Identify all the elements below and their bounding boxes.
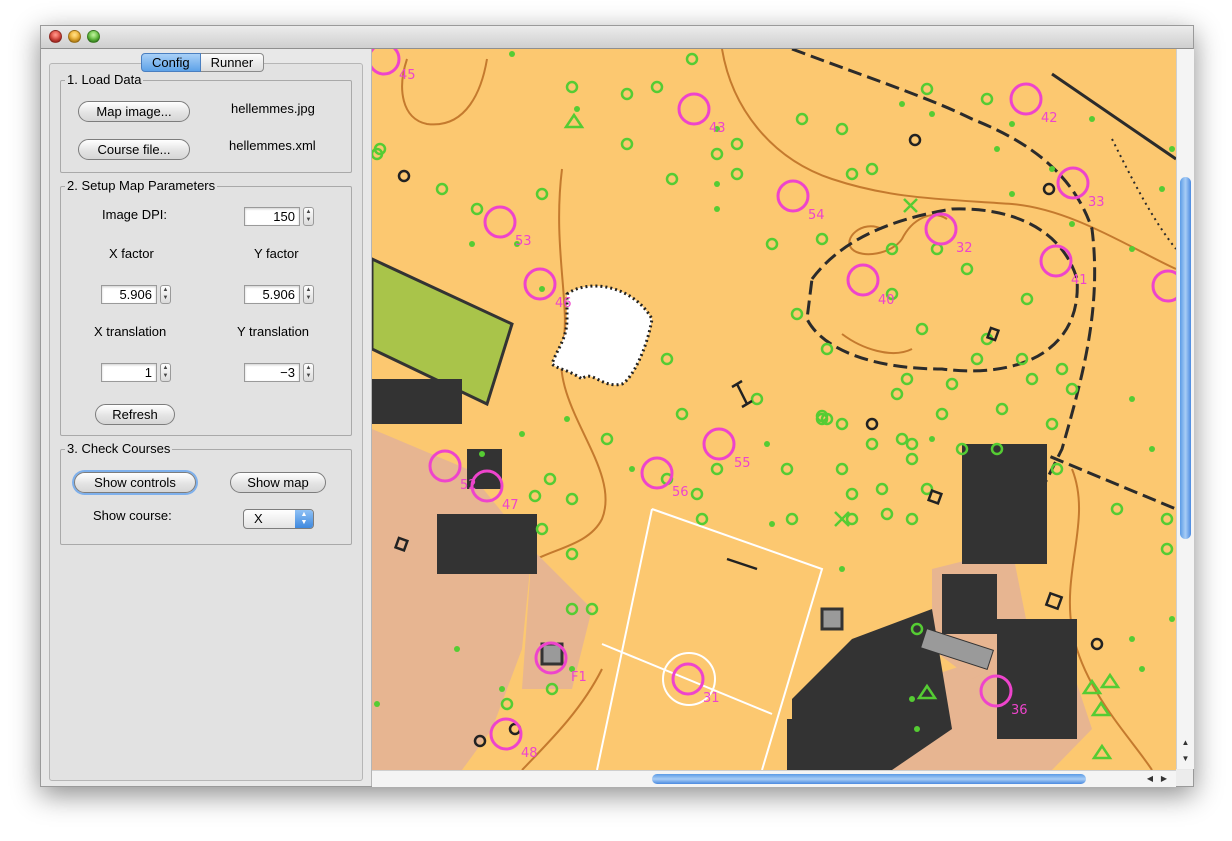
course-select[interactable]: X ▲ ▼ [243, 509, 314, 529]
config-panel: 1. Load Data Map image... hellemmes.jpg … [41, 49, 372, 786]
minimize-window-button[interactable] [68, 30, 81, 43]
control-label: 41 [1071, 273, 1088, 288]
control-label: 53 [515, 234, 532, 249]
control-label: 52 [460, 478, 477, 493]
show-controls-button[interactable]: Show controls [74, 472, 196, 493]
tab-bar: Config Runner [141, 53, 265, 72]
y-translation-field[interactable]: −3 [244, 363, 300, 382]
control-label: 40 [878, 293, 895, 308]
y-factor-stepper[interactable]: ▲ ▼ [303, 285, 314, 304]
tab-runner[interactable]: Runner [200, 53, 265, 72]
control-label: 32 [956, 241, 973, 256]
vertical-scroll-thumb[interactable] [1180, 177, 1191, 539]
refresh-button[interactable]: Refresh [95, 404, 175, 425]
tab-config[interactable]: Config [141, 53, 201, 72]
close-window-button[interactable] [49, 30, 62, 43]
control-label: 55 [734, 456, 751, 471]
x-translation-stepper[interactable]: ▲ ▼ [160, 363, 171, 382]
control-label: 31 [703, 691, 720, 706]
course-file-button[interactable]: Course file... [78, 139, 190, 160]
scroll-down-arrow-icon[interactable]: ▼ [1180, 753, 1191, 765]
control-label: 45 [399, 68, 416, 83]
scroll-left-arrow-icon[interactable]: ◀ [1144, 773, 1156, 785]
load-data-title: 1. Load Data [65, 72, 144, 87]
title-bar[interactable] [41, 26, 1193, 49]
control-label: 56 [672, 485, 689, 500]
show-map-button[interactable]: Show map [230, 472, 326, 493]
y-translation-label: Y translation [237, 324, 310, 339]
control-label: 46 [555, 296, 572, 311]
select-arrows-icon: ▲ ▼ [295, 510, 313, 528]
x-factor-field[interactable]: 5.906 [101, 285, 157, 304]
y-translation-stepper[interactable]: ▲ ▼ [303, 363, 314, 382]
load-data-group: 1. Load Data Map image... hellemmes.jpg … [60, 72, 352, 173]
control-label: 33 [1088, 195, 1105, 210]
course-select-value: X [254, 511, 263, 526]
control-label: 54 [808, 208, 825, 223]
x-factor-label: X factor [109, 246, 154, 261]
show-course-label: Show course: [93, 508, 172, 523]
check-courses-title: 3. Check Courses [65, 441, 173, 456]
map-parameters-group: 2. Setup Map Parameters Image DPI: 150 ▲… [60, 178, 352, 436]
control-label: 43 [709, 121, 726, 136]
y-factor-label: Y factor [254, 246, 299, 261]
orienteering-map: 45 43 42 33 53 54 32 41 46 40 55 56 52 4… [372, 49, 1176, 770]
vertical-scrollbar[interactable]: ▲ ▼ [1176, 49, 1194, 769]
orienteering-map-view[interactable]: 45 43 42 33 53 54 32 41 46 40 55 56 52 4… [372, 49, 1176, 770]
scroll-right-arrow-icon[interactable]: ▶ [1158, 773, 1170, 785]
course-file-name: hellemmes.xml [229, 138, 316, 153]
image-dpi-label: Image DPI: [102, 207, 168, 222]
y-factor-field[interactable]: 5.906 [244, 285, 300, 304]
x-translation-field[interactable]: 1 [101, 363, 157, 382]
horizontal-scrollbar[interactable]: ◀ ▶ [372, 770, 1176, 787]
image-dpi-field[interactable]: 150 [244, 207, 300, 226]
app-window: 1. Load Data Map image... hellemmes.jpg … [40, 25, 1194, 787]
scroll-up-arrow-icon[interactable]: ▲ [1180, 737, 1191, 749]
control-label: 42 [1041, 111, 1058, 126]
image-dpi-stepper[interactable]: ▲ ▼ [303, 207, 314, 226]
zoom-window-button[interactable] [87, 30, 100, 43]
tab-content: 1. Load Data Map image... hellemmes.jpg … [49, 63, 363, 781]
map-image-button[interactable]: Map image... [78, 101, 190, 122]
control-label: F1 [571, 670, 587, 685]
check-courses-group: 3. Check Courses Show controls Show map … [60, 441, 352, 545]
x-factor-stepper[interactable]: ▲ ▼ [160, 285, 171, 304]
control-label: 36 [1011, 703, 1028, 718]
map-file-name: hellemmes.jpg [231, 101, 315, 116]
horizontal-scroll-thumb[interactable] [652, 774, 1086, 784]
map-parameters-title: 2. Setup Map Parameters [65, 178, 218, 193]
control-label: 47 [502, 498, 519, 513]
x-translation-label: X translation [94, 324, 167, 339]
control-label: 48 [521, 746, 538, 761]
scroll-corner [1176, 770, 1193, 786]
